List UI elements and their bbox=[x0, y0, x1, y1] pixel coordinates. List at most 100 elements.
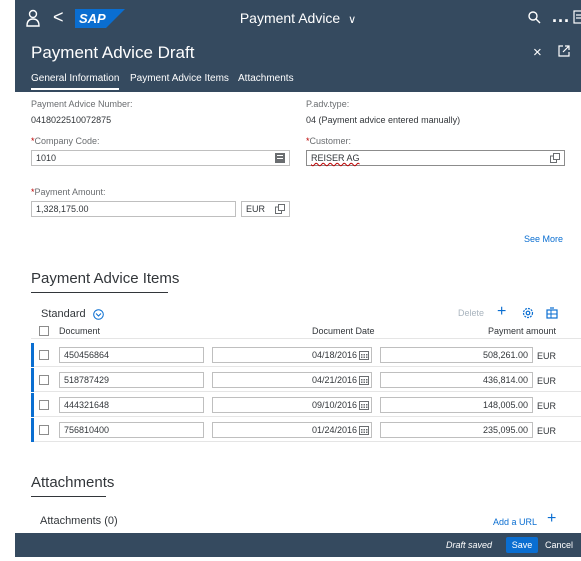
add-item-button[interactable]: + bbox=[497, 303, 506, 321]
column-header-payment-amount[interactable]: Payment amount bbox=[488, 326, 556, 336]
row-highlight bbox=[31, 368, 34, 392]
export-icon[interactable] bbox=[546, 307, 558, 319]
customer-label: *Customer: bbox=[306, 136, 351, 146]
document-date-input[interactable]: 04/21/2016 bbox=[212, 372, 372, 388]
payment-amount-value: 235,095.00 bbox=[482, 425, 528, 435]
document-date-value: 04/18/2016 bbox=[311, 350, 357, 360]
row-checkbox[interactable] bbox=[39, 425, 49, 435]
document-date-value: 09/10/2016 bbox=[311, 400, 357, 410]
save-button[interactable]: Save bbox=[506, 537, 538, 553]
company-code-input[interactable]: 1010 bbox=[31, 150, 290, 166]
select-all-checkbox[interactable] bbox=[39, 326, 49, 336]
tab-general-information[interactable]: General Information bbox=[31, 73, 120, 90]
payment-advice-number-label: Payment Advice Number: bbox=[31, 99, 133, 109]
document-input[interactable]: 756810400 bbox=[59, 422, 204, 438]
value-help-icon[interactable] bbox=[275, 204, 285, 214]
padv-type-value: 04 (Payment advice entered manually) bbox=[306, 115, 461, 125]
payment-amount-value: 508,261.00 bbox=[482, 350, 528, 360]
notifications-menu-icon[interactable] bbox=[573, 10, 581, 24]
currency-input[interactable]: EUR bbox=[241, 201, 290, 217]
currency-value: EUR bbox=[537, 426, 557, 436]
attachments-count: Attachments (0) bbox=[40, 515, 118, 527]
value-help-icon[interactable] bbox=[550, 153, 560, 163]
chevron-down-icon[interactable] bbox=[93, 309, 104, 320]
payment-amount-input[interactable]: 1,328,175.00 bbox=[31, 201, 236, 217]
currency-value: EUR bbox=[537, 376, 557, 386]
table-row[interactable]: 518787429 04/21/2016 436,814.00 EUR bbox=[31, 368, 581, 392]
settings-icon[interactable] bbox=[522, 307, 534, 319]
add-url-link[interactable]: Add a URL bbox=[493, 517, 537, 527]
draft-status: Draft saved bbox=[446, 540, 493, 550]
document-value: 756810400 bbox=[64, 425, 110, 435]
chevron-down-icon: ∨ bbox=[348, 14, 357, 26]
column-header-document-date[interactable]: Document Date bbox=[312, 326, 375, 336]
customer-value: REISER AG bbox=[311, 153, 360, 163]
see-more-link[interactable]: See More bbox=[524, 234, 563, 244]
delete-button[interactable]: Delete bbox=[458, 308, 484, 318]
more-icon[interactable]: ... bbox=[552, 6, 570, 27]
footer-toolbar: Draft saved Save Cancel bbox=[15, 533, 581, 557]
document-date-value: 01/24/2016 bbox=[311, 425, 357, 435]
document-input[interactable]: 518787429 bbox=[59, 372, 204, 388]
calendar-icon[interactable] bbox=[359, 350, 369, 360]
payment-advice-items-title: Payment Advice Items bbox=[31, 270, 180, 287]
payment-advice-number-value: 0418022510072875 bbox=[31, 115, 112, 125]
document-date-input[interactable]: 04/18/2016 bbox=[212, 347, 372, 363]
app-title-menu[interactable]: Payment Advice ∨ bbox=[15, 10, 581, 26]
document-value: 444321648 bbox=[64, 400, 110, 410]
payment-amount-value: 1,328,175.00 bbox=[36, 204, 89, 214]
payment-amount-input[interactable]: 148,005.00 bbox=[380, 397, 533, 413]
company-code-label: *Company Code: bbox=[31, 136, 100, 146]
add-attachment-button[interactable]: + bbox=[547, 510, 556, 528]
row-checkbox[interactable] bbox=[39, 400, 49, 410]
calendar-icon[interactable] bbox=[359, 400, 369, 410]
payment-amount-input[interactable]: 235,095.00 bbox=[380, 422, 533, 438]
company-code-value: 1010 bbox=[36, 153, 57, 163]
attachments-title: Attachments bbox=[31, 474, 115, 491]
payment-advice-items-table: Standard Delete + Document Document Date… bbox=[31, 294, 581, 442]
shell-bar: < SAP Payment Advice ∨ ... bbox=[15, 0, 581, 36]
value-help-icon[interactable] bbox=[275, 153, 285, 163]
payment-amount-input[interactable]: 508,261.00 bbox=[380, 347, 533, 363]
table-row[interactable]: 756810400 01/24/2016 235,095.00 EUR bbox=[31, 418, 581, 442]
row-highlight bbox=[31, 343, 34, 367]
tab-payment-advice-items[interactable]: Payment Advice Items bbox=[130, 73, 229, 84]
section-underline bbox=[31, 496, 106, 497]
customer-input[interactable]: REISER AG bbox=[306, 150, 565, 166]
company-code-label-text: Company Code: bbox=[34, 136, 100, 146]
row-checkbox[interactable] bbox=[39, 350, 49, 360]
payment-amount-input[interactable]: 436,814.00 bbox=[380, 372, 533, 388]
calendar-icon[interactable] bbox=[359, 375, 369, 385]
document-date-input[interactable]: 01/24/2016 bbox=[212, 422, 372, 438]
currency-value: EUR bbox=[246, 204, 266, 214]
padv-type-label: P.adv.type: bbox=[306, 99, 350, 109]
payment-amount-label-text: Payment Amount: bbox=[34, 187, 106, 197]
payment-amount-value: 148,005.00 bbox=[482, 400, 528, 410]
row-highlight bbox=[31, 418, 34, 442]
document-value: 518787429 bbox=[64, 375, 110, 385]
tab-attachments[interactable]: Attachments bbox=[238, 73, 294, 84]
payment-amount-value: 436,814.00 bbox=[482, 375, 528, 385]
document-input[interactable]: 450456864 bbox=[59, 347, 204, 363]
table-row[interactable]: 444321648 09/10/2016 148,005.00 EUR bbox=[31, 393, 581, 417]
document-input[interactable]: 444321648 bbox=[59, 397, 204, 413]
open-in-new-window-icon[interactable] bbox=[557, 44, 571, 58]
table-row[interactable]: 450456864 04/18/2016 508,261.00 EUR bbox=[31, 343, 581, 367]
payment-amount-label: *Payment Amount: bbox=[31, 187, 106, 197]
close-icon[interactable]: × bbox=[533, 44, 542, 61]
currency-value: EUR bbox=[537, 401, 557, 411]
calendar-icon[interactable] bbox=[359, 425, 369, 435]
column-header-document[interactable]: Document bbox=[59, 326, 100, 336]
table-variant-title[interactable]: Standard bbox=[41, 308, 86, 320]
section-underline bbox=[31, 292, 168, 293]
anchor-bar: General Information Payment Advice Items… bbox=[15, 68, 581, 92]
row-highlight bbox=[31, 393, 34, 417]
page-title: Payment Advice Draft bbox=[31, 43, 195, 62]
cancel-button[interactable]: Cancel bbox=[545, 540, 573, 550]
customer-label-text: Customer: bbox=[309, 136, 352, 146]
app-title: Payment Advice bbox=[239, 10, 341, 26]
document-date-input[interactable]: 09/10/2016 bbox=[212, 397, 372, 413]
row-checkbox[interactable] bbox=[39, 375, 49, 385]
document-date-value: 04/21/2016 bbox=[311, 375, 357, 385]
search-icon[interactable] bbox=[527, 10, 541, 24]
